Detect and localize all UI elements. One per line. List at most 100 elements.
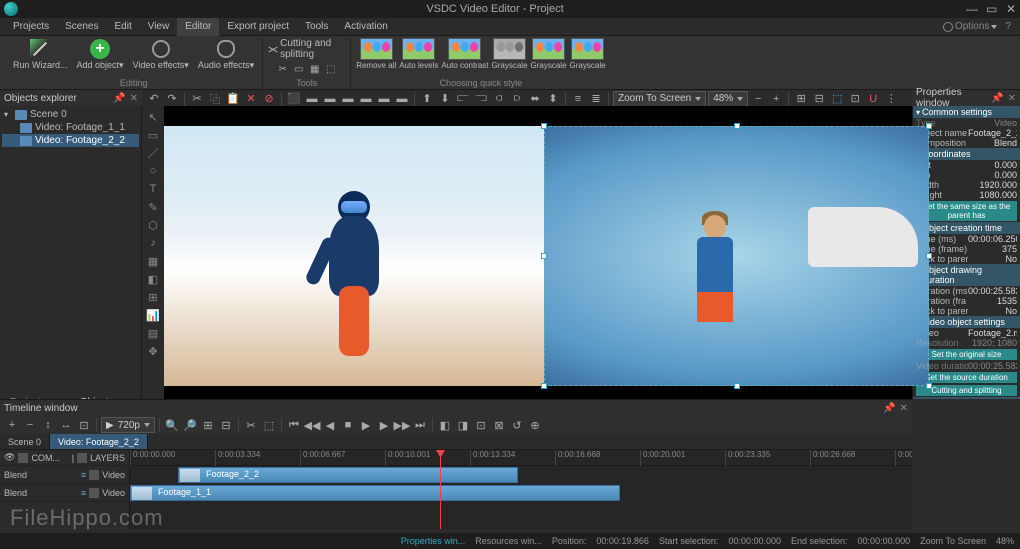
text-tool[interactable]: T	[146, 182, 160, 196]
tool[interactable]: ▤	[146, 326, 160, 340]
underline-button[interactable]: U	[865, 91, 881, 107]
tl-button[interactable]: ◨	[455, 417, 471, 433]
prop-value[interactable]: 0.000	[968, 160, 1017, 170]
tl-button[interactable]: ⬚	[261, 417, 277, 433]
tree-scene[interactable]: ▾Scene 0	[2, 108, 139, 121]
tl-button[interactable]: ⊡	[473, 417, 489, 433]
grid-button[interactable]: ⊟	[811, 91, 827, 107]
stop-button[interactable]: ■	[340, 417, 356, 433]
prop-value[interactable]: 00:00:25.583	[968, 286, 1017, 296]
tl-button[interactable]: ↕	[40, 417, 56, 433]
tool[interactable]: ⬡	[146, 218, 160, 232]
close-button[interactable]: ✕	[1006, 4, 1016, 14]
resolution-select[interactable]: ▶ 720p	[101, 417, 155, 433]
align-button[interactable]: ▬	[376, 91, 392, 107]
prop-section-coords[interactable]: ▾Coordinates	[913, 148, 1020, 160]
snap-button[interactable]: ⬚	[829, 91, 845, 107]
cut-button[interactable]: ✂	[189, 91, 205, 107]
add-object-button[interactable]: +Add object▾	[74, 38, 127, 70]
tool[interactable]: 📊	[146, 308, 160, 322]
resize-handle[interactable]	[541, 123, 547, 129]
tl-button[interactable]: ⊠	[491, 417, 507, 433]
tool[interactable]: ⊞	[146, 290, 160, 304]
prop-value[interactable]: 1920.000	[968, 180, 1017, 190]
tl-snap-button[interactable]: ⊞	[200, 417, 216, 433]
align-button[interactable]: ▬	[358, 91, 374, 107]
timeline-tab-scene[interactable]: Scene 0	[0, 434, 50, 449]
copy-button[interactable]: ⿻	[207, 91, 223, 107]
align-button[interactable]: ▬	[322, 91, 338, 107]
menu-button[interactable]: ⋮	[883, 91, 899, 107]
tl-button[interactable]: ↺	[509, 417, 525, 433]
order-button[interactable]: ⬇	[437, 91, 453, 107]
align-button[interactable]: ⫏	[491, 91, 507, 107]
delete-button[interactable]: ✕	[243, 91, 259, 107]
prop-value[interactable]: 0.000	[968, 170, 1017, 180]
align-button[interactable]: ⫎	[473, 91, 489, 107]
undo-button[interactable]: ↶	[146, 91, 162, 107]
footage-1[interactable]	[164, 126, 544, 386]
menu-scenes[interactable]: Scenes	[57, 18, 106, 36]
maximize-button[interactable]: ▭	[986, 4, 996, 14]
prop-value[interactable]: No	[968, 254, 1017, 264]
tl-button[interactable]: ⊕	[527, 417, 543, 433]
minimize-button[interactable]: —	[966, 4, 976, 14]
zoom-button[interactable]: −	[750, 91, 766, 107]
tool-button[interactable]: ⬚	[324, 62, 338, 76]
tl-cut-button[interactable]: ✂	[243, 417, 259, 433]
resources-tab[interactable]: Resources win...	[475, 536, 542, 546]
run-wizard-button[interactable]: Run Wizard...	[10, 38, 71, 70]
style-grayscale[interactable]: Grayscale	[492, 38, 528, 70]
timeline-clip[interactable]: Footage_2_2	[178, 467, 518, 483]
options-button[interactable]: Options	[939, 21, 1001, 32]
set-parent-size-button[interactable]: Set the same size as the parent has	[916, 201, 1017, 221]
align-button[interactable]: ▬	[340, 91, 356, 107]
style-grayscale[interactable]: Grayscale	[570, 38, 606, 70]
pin-icon[interactable]: 📌	[991, 93, 1003, 104]
timeline-tracks[interactable]: 0:00:00.000 0:00:03.334 0:00:06.667 0:00…	[130, 450, 912, 529]
audio-effects-button[interactable]: Audio effects▾	[195, 38, 257, 70]
grid-button[interactable]: ⊞	[793, 91, 809, 107]
menu-edit[interactable]: Edit	[106, 18, 139, 36]
tl-zoom-button[interactable]: 🔎	[182, 417, 198, 433]
prop-section-video[interactable]: ▾Video object settings	[913, 316, 1020, 328]
track-row[interactable]: Blend ≡ Video	[0, 466, 129, 484]
line-tool[interactable]: ／	[146, 146, 160, 160]
pin-icon[interactable]: 📌	[113, 93, 125, 104]
prev-frame-button[interactable]: ◀◀	[304, 417, 320, 433]
align-button[interactable]: ⫐	[509, 91, 525, 107]
menu-projects[interactable]: Projects	[5, 18, 57, 36]
prop-section-cut[interactable]: ▸Cut borders0; 0; 0; 0	[913, 397, 1020, 399]
order-button[interactable]: ⬆	[419, 91, 435, 107]
snap-button[interactable]: ⊡	[847, 91, 863, 107]
resize-handle[interactable]	[926, 383, 932, 389]
style-auto-contrast[interactable]: Auto contrast	[441, 38, 488, 70]
align-button[interactable]: ≣	[588, 91, 604, 107]
prop-section-common[interactable]: ▾Common settings	[913, 106, 1020, 118]
tl-snap-button[interactable]: ⊟	[218, 417, 234, 433]
cursor-tool[interactable]: ↖	[146, 110, 160, 124]
play-button[interactable]: ▶	[358, 417, 374, 433]
panel-close-button[interactable]: ✕	[130, 93, 138, 104]
track-row[interactable]: Blend ≡ Video	[0, 484, 129, 502]
menu-tools[interactable]: Tools	[297, 18, 336, 36]
ellipse-tool[interactable]: ○	[146, 164, 160, 178]
tool[interactable]: ♪	[146, 236, 160, 250]
timeline-ruler[interactable]: 0:00:00.000 0:00:03.334 0:00:06.667 0:00…	[130, 450, 912, 466]
prop-section-drawing[interactable]: ▾Object drawing duration	[913, 264, 1020, 286]
skip-start-button[interactable]: ⏮	[286, 417, 302, 433]
delete-button[interactable]: ⊘	[261, 91, 277, 107]
next-frame-button[interactable]: ▶▶	[394, 417, 410, 433]
prop-value[interactable]: 1080.000	[968, 190, 1017, 200]
tl-button[interactable]: +	[4, 417, 20, 433]
prop-value[interactable]: Blend	[968, 138, 1017, 148]
resize-handle[interactable]	[541, 383, 547, 389]
properties-tab[interactable]: Properties win...	[401, 536, 466, 546]
prop-value[interactable]: 00:00:06.250	[968, 234, 1017, 244]
eye-icon[interactable]: 👁	[4, 452, 15, 463]
video-effects-button[interactable]: Video effects▾	[130, 38, 192, 70]
prop-value[interactable]: No	[968, 306, 1017, 316]
menu-export[interactable]: Export project	[219, 18, 297, 36]
resize-handle[interactable]	[734, 123, 740, 129]
cutting-splitting-button[interactable]: Cutting and splitting	[268, 38, 345, 60]
